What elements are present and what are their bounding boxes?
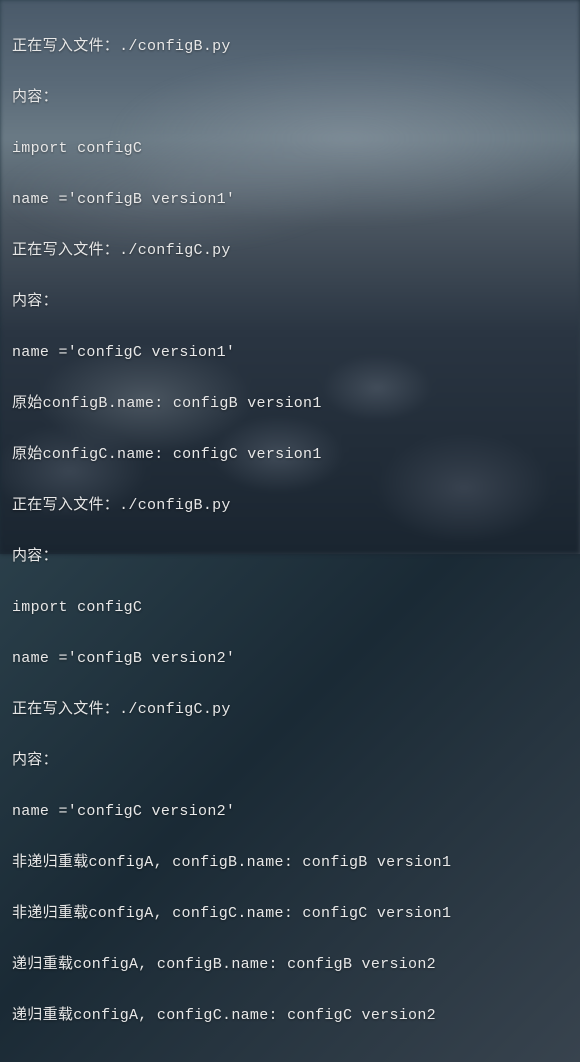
terminal-line: 内容： — [12, 85, 568, 111]
terminal-line: 递归重载configA, configB.name: configB versi… — [12, 952, 568, 978]
terminal-line: name ='configB version2' — [12, 646, 568, 672]
terminal-line: 内容： — [12, 748, 568, 774]
terminal-line: 正在写入文件：./configC.py — [12, 697, 568, 723]
terminal-line: 递归重载configA, configC.name: configC versi… — [12, 1003, 568, 1029]
terminal-line: 原始configC.name: configC version1 — [12, 442, 568, 468]
terminal-line: name ='configC version2' — [12, 799, 568, 825]
terminal-line: 内容： — [12, 289, 568, 315]
terminal-line: 正在写入文件：./configB.py — [12, 493, 568, 519]
terminal-line: 原始configB.name: configB version1 — [12, 391, 568, 417]
terminal-output: 正在写入文件：./configB.py 内容： import configC n… — [0, 0, 580, 1062]
terminal-line: 正在写入文件：./configB.py — [12, 34, 568, 60]
terminal-line: name ='configB version1' — [12, 187, 568, 213]
terminal-line: import configC — [12, 136, 568, 162]
terminal-line: 正在写入文件：./configC.py — [12, 238, 568, 264]
terminal-line: import configC — [12, 595, 568, 621]
terminal-line: name ='configC version1' — [12, 340, 568, 366]
terminal-line: 内容： — [12, 544, 568, 570]
terminal-line: 非递归重载configA, configC.name: configC vers… — [12, 901, 568, 927]
terminal-line: 非递归重载configA, configB.name: configB vers… — [12, 850, 568, 876]
